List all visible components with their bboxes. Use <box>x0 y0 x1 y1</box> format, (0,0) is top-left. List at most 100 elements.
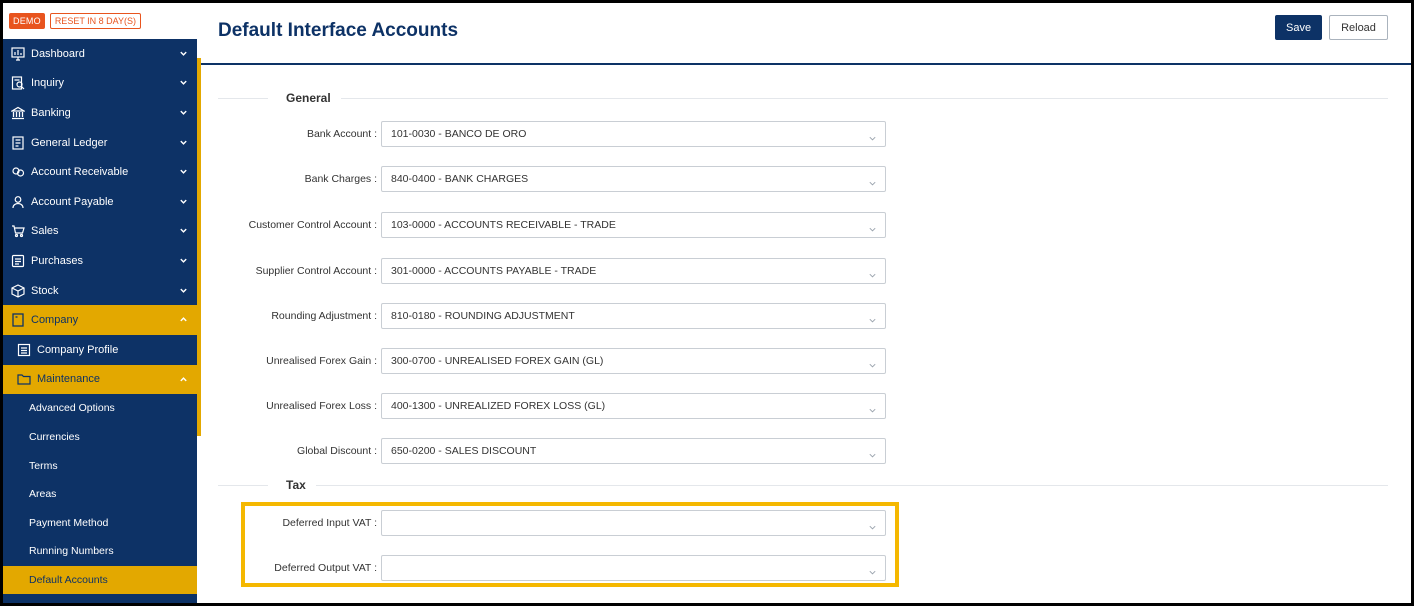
select-value: 810-0180 - ROUNDING ADJUSTMENT <box>391 310 575 322</box>
field-label: Customer Control Account : <box>248 219 377 231</box>
unrealised-forex-loss-select[interactable]: 400-1300 - UNREALIZED FOREX LOSS (GL) <box>381 393 886 419</box>
chevron-down-icon <box>868 175 877 186</box>
page-title: Default Interface Accounts <box>218 20 459 41</box>
chevron-down-icon <box>179 197 189 207</box>
chevron-down-icon <box>868 519 877 530</box>
sidebar-item-purchases[interactable]: Purchases <box>3 246 197 276</box>
select-value: 101-0030 - BANCO DE ORO <box>391 128 527 140</box>
save-button[interactable]: Save <box>1275 15 1322 40</box>
deferred-output-vat-select[interactable] <box>381 555 886 581</box>
section-tax: Tax <box>218 475 1388 495</box>
page-header: Default Interface Accounts Save Reload <box>201 3 1411 65</box>
field-deferred-output-vat: Deferred Output VAT : <box>201 555 901 581</box>
field-label: Deferred Input VAT : <box>282 517 377 529</box>
global-discount-select[interactable]: 650-0200 - SALES DISCOUNT <box>381 438 886 464</box>
field-label: Bank Charges : <box>304 173 377 185</box>
chevron-down-icon <box>179 49 189 59</box>
sidebar-item-terms[interactable]: Terms <box>3 451 197 480</box>
app-window: DEMO RESET IN 8 DAY(S) Dashboard Inquiry… <box>3 3 1411 603</box>
field-unrealised-forex-gain: Unrealised Forex Gain : 300-0700 - UNREA… <box>201 348 901 374</box>
sidebar-item-label: Company <box>31 314 79 327</box>
chevron-down-icon <box>179 256 189 266</box>
divider <box>218 97 268 99</box>
sidebar-item-areas[interactable]: Areas <box>3 480 197 509</box>
chevron-down-icon <box>868 312 877 323</box>
sidebar-item-company-profile[interactable]: Company Profile <box>3 335 197 365</box>
inquiry-icon <box>11 76 25 90</box>
field-label: Global Discount : <box>297 445 377 457</box>
field-deferred-input-vat: Deferred Input VAT : <box>201 510 901 536</box>
sidebar-item-label: Account Payable <box>31 195 114 208</box>
sidebar-item-default-accounts[interactable]: Default Accounts <box>3 565 197 595</box>
field-rounding-adjustment: Rounding Adjustment : 810-0180 - ROUNDIN… <box>201 303 901 329</box>
select-value: 840-0400 - BANK CHARGES <box>391 173 529 185</box>
divider <box>340 97 1388 99</box>
sidebar-nav: Dashboard Inquiry Banking General Ledger <box>3 39 197 595</box>
folder-icon <box>17 372 31 386</box>
sidebar-item-account-payable[interactable]: Account Payable <box>3 187 197 217</box>
field-label: Unrealised Forex Loss : <box>266 400 377 412</box>
sidebar-item-label: Dashboard <box>31 47 85 60</box>
field-label: Deferred Output VAT : <box>274 562 377 574</box>
sidebar-item-label: Company Profile <box>37 343 119 356</box>
reload-button[interactable]: Reload <box>1329 15 1388 40</box>
select-value: 301-0000 - ACCOUNTS PAYABLE - TRADE <box>391 265 597 277</box>
field-supplier-control-account: Supplier Control Account : 301-0000 - AC… <box>201 258 901 284</box>
chevron-down-icon <box>868 221 877 232</box>
sidebar-item-sales[interactable]: Sales <box>3 217 197 247</box>
sidebar-item-label: Stock <box>31 284 59 297</box>
sidebar-item-stock[interactable]: Stock <box>3 276 197 306</box>
bank-icon <box>11 106 25 120</box>
sales-icon <box>11 224 25 238</box>
dashboard-icon <box>11 47 25 61</box>
sidebar-item-label: Sales <box>31 225 59 238</box>
sidebar-item-company[interactable]: Company <box>3 305 197 335</box>
sidebar-item-dashboard[interactable]: Dashboard <box>3 39 197 69</box>
sidebar-item-label: Maintenance <box>37 373 100 386</box>
field-label: Supplier Control Account : <box>255 265 377 277</box>
customer-control-account-select[interactable]: 103-0000 - ACCOUNTS RECEIVABLE - TRADE <box>381 212 886 238</box>
section-general: General <box>218 88 1388 108</box>
select-value: 400-1300 - UNREALIZED FOREX LOSS (GL) <box>391 400 606 412</box>
sidebar-item-currencies[interactable]: Currencies <box>3 423 197 452</box>
sidebar-item-general-ledger[interactable]: General Ledger <box>3 128 197 158</box>
chevron-up-icon <box>179 315 189 325</box>
sidebar-item-running-numbers[interactable]: Running Numbers <box>3 537 197 566</box>
sidebar-item-inquiry[interactable]: Inquiry <box>3 69 197 99</box>
bank-charges-select[interactable]: 840-0400 - BANK CHARGES <box>381 166 886 192</box>
purchases-icon <box>11 254 25 268</box>
field-customer-control-account: Customer Control Account : 103-0000 - AC… <box>201 212 901 238</box>
profile-icon <box>17 343 31 357</box>
chevron-down-icon <box>868 130 877 141</box>
deferred-input-vat-select[interactable] <box>381 510 886 536</box>
chevron-down-icon <box>868 564 877 575</box>
chevron-down-icon <box>868 402 877 413</box>
bank-account-select[interactable]: 101-0030 - BANCO DE ORO <box>381 121 886 147</box>
rounding-adjustment-select[interactable]: 810-0180 - ROUNDING ADJUSTMENT <box>381 303 886 329</box>
select-value: 650-0200 - SALES DISCOUNT <box>391 445 537 457</box>
section-title: General <box>286 91 331 105</box>
sidebar-item-payment-method[interactable]: Payment Method <box>3 509 197 538</box>
sidebar-item-banking[interactable]: Banking <box>3 98 197 128</box>
reset-badge: RESET IN 8 DAY(S) <box>49 13 141 29</box>
divider <box>315 484 1388 486</box>
supplier-control-account-select[interactable]: 301-0000 - ACCOUNTS PAYABLE - TRADE <box>381 258 886 284</box>
sidebar: DEMO RESET IN 8 DAY(S) Dashboard Inquiry… <box>3 3 201 603</box>
chevron-down-icon <box>179 167 189 177</box>
ledger-icon <box>11 135 25 150</box>
field-label: Bank Account : <box>306 128 377 140</box>
sidebar-item-label: Banking <box>31 106 71 119</box>
sidebar-item-label: Inquiry <box>31 77 65 90</box>
unrealised-forex-gain-select[interactable]: 300-0700 - UNREALISED FOREX GAIN (GL) <box>381 348 886 374</box>
main-content: General Bank Account : 101-0030 - BANCO … <box>201 65 1411 603</box>
sidebar-item-advanced-options[interactable]: Advanced Options <box>3 394 197 423</box>
chevron-up-icon <box>179 375 189 384</box>
sidebar-item-account-receivable[interactable]: Account Receivable <box>3 157 197 187</box>
field-label: Unrealised Forex Gain : <box>266 355 377 367</box>
sidebar-item-maintenance[interactable]: Maintenance <box>3 364 197 395</box>
sidebar-item-label: General Ledger <box>31 136 108 149</box>
field-global-discount: Global Discount : 650-0200 - SALES DISCO… <box>201 438 901 464</box>
divider <box>218 484 268 486</box>
select-value: 103-0000 - ACCOUNTS RECEIVABLE - TRADE <box>391 219 616 231</box>
sidebar-item-label: Account Receivable <box>31 166 129 179</box>
